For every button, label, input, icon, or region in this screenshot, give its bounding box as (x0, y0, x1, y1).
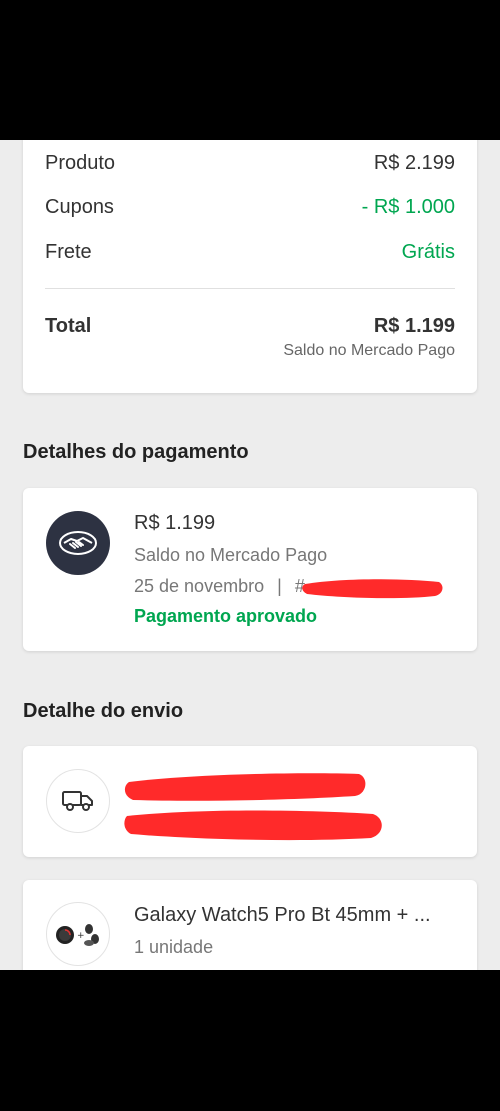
coupons-label: Cupons (45, 196, 114, 218)
date-separator: | (277, 576, 282, 596)
payment-section-title: Detalhes do pagamento (23, 441, 249, 463)
shipping-card[interactable] (23, 746, 477, 857)
product-thumbnail: + (46, 902, 110, 966)
product-card[interactable]: + Galaxy Watch5 Pro Bt 45mm + ... 1 unid… (23, 880, 477, 970)
total-value: R$ 1.199 (373, 315, 455, 337)
payment-status: Pagamento aprovado (134, 606, 318, 626)
coupons-row: Cupons - R$ 1.000 (45, 196, 455, 219)
payment-source: Saldo no Mercado Pago (134, 545, 328, 565)
payment-card[interactable]: R$ 1.199 Saldo no Mercado Pago 25 de nov… (23, 488, 477, 651)
order-summary-card: Produto R$ 2.199 Cupons - R$ 1.000 Frete… (23, 140, 477, 393)
order-detail-screen: Produto R$ 2.199 Cupons - R$ 1.000 Frete… (0, 140, 500, 970)
total-payment-method: Saldo no Mercado Pago (283, 342, 455, 359)
shipping-label: Frete (45, 241, 92, 263)
shipping-address-redaction (124, 773, 382, 841)
summary-divider (45, 288, 455, 289)
product-value: R$ 2.199 (373, 152, 455, 174)
mercado-pago-handshake-icon (46, 511, 110, 575)
svg-text:+: + (77, 931, 85, 941)
payment-date-line: 25 de novembro | # (134, 576, 305, 597)
shipping-cost-row: Frete Grátis (45, 241, 455, 264)
product-quantity: 1 unidade (134, 937, 214, 957)
product-name: Galaxy Watch5 Pro Bt 45mm + ... (134, 904, 431, 926)
product-label: Produto (45, 152, 116, 174)
payment-date: 25 de novembro (134, 576, 265, 596)
shipping-section-title: Detalhe do envio (23, 700, 184, 722)
coupons-value: - R$ 1.000 (361, 196, 455, 218)
total-row: Total R$ 1.199 (45, 315, 455, 338)
product-row: Produto R$ 2.199 (45, 152, 455, 175)
shipping-value: Grátis (401, 241, 455, 263)
payment-amount: R$ 1.199 (134, 512, 216, 534)
truck-icon (46, 769, 110, 833)
total-label: Total (45, 315, 92, 337)
payment-id-redaction (302, 579, 443, 599)
